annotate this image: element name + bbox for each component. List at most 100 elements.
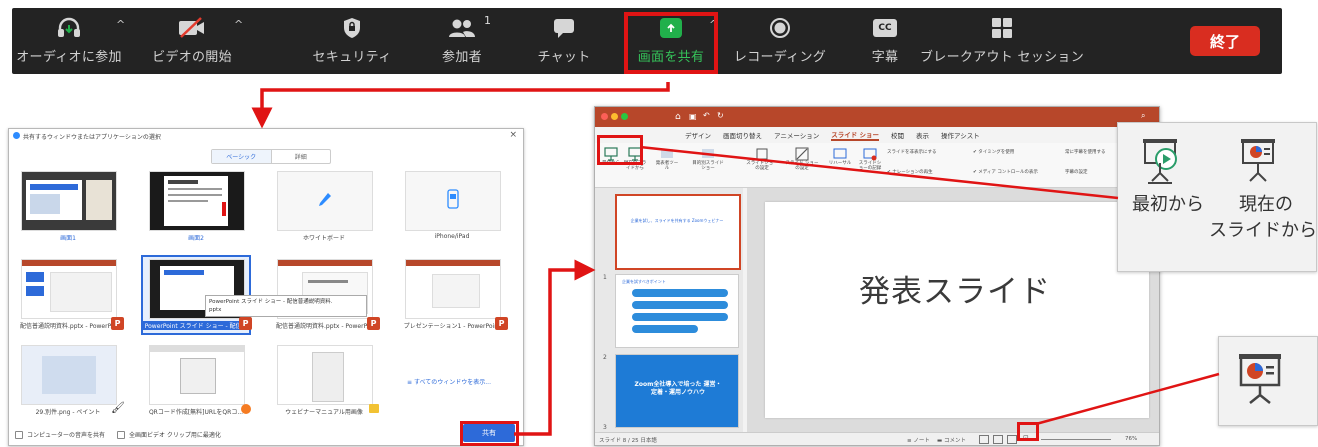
slideshow-settings-icon [795,147,809,161]
media-controls-checkbox[interactable]: ✔ メディア コントロールの表示 [973,169,1038,175]
tile-webinar-folder[interactable]: ウェビナーマニュアル用画像 [271,343,379,419]
ppt-titlebar: ⌂ ▣ ↶ ↻ ⌕ [595,107,1159,127]
breakout-icon [991,16,1013,40]
presenter-view-button[interactable]: 発表者ツール [655,147,679,171]
iphone-thumbnail [405,171,501,231]
minimize-window-icon[interactable] [611,113,618,120]
notes-button[interactable]: ≡ ノート [907,436,930,444]
record-label: レコーディング [733,50,827,65]
current-slide[interactable]: 発表スライド [765,202,1149,418]
tile-screen-1[interactable]: 画面1 [15,169,121,245]
play-narration-checkbox[interactable]: ✔ ナレーションの再生 [887,169,933,175]
tile-whiteboard[interactable]: ホワイトボード [271,169,377,245]
tile-label: 画面1 [60,235,76,242]
optimize-video-checkbox[interactable] [117,430,126,439]
tile-label: ウェビナーマニュアル用画像 [285,409,363,416]
security-button[interactable]: セキュリティ [312,8,392,74]
record-button[interactable]: レコーディング [730,8,830,74]
powerpoint-icon: P [111,317,124,330]
close-icon[interactable]: × [509,130,517,140]
security-label: セキュリティ [312,50,392,65]
slideshow-ribbon: 最初から 現在のスライドから 発表者ツール 目的別スライドショー スライドショー… [595,143,1159,188]
tab-animations[interactable]: アニメーション [774,130,819,140]
paint-thumbnail [21,345,117,405]
end-meeting-button[interactable]: 終了 [1190,26,1260,56]
tile-label: 29.別件.png - ペイント [35,409,101,416]
slide-main-text: 発表スライド [859,274,1051,310]
sorter-view-icon[interactable] [993,435,1003,444]
slide-thumbnail-1[interactable]: 企業を試し、スライドを共有する Zoomウェビナー [615,194,741,270]
tab-design[interactable]: デザイン [685,130,711,140]
tile-label: 配信普通説明資料.pptx - PowerP... [20,323,116,330]
zoom-logo-icon [13,132,20,139]
whiteboard-thumbnail [277,171,373,231]
show-all-windows-link[interactable]: ≡ すべてのウィンドウを表示... [407,377,491,386]
custom-show-button[interactable]: 目的別スライドショー [691,147,725,171]
shield-icon [342,16,362,40]
powerpoint-icon: P [495,317,508,330]
search-icon[interactable]: ⌕ [1141,111,1145,121]
setup-show-icon [756,148,768,160]
start-buttons-highlight [597,135,643,165]
breakout-rooms-button[interactable]: ブレークアウト セッション [920,8,1084,74]
tab-review[interactable]: 校閲 [891,130,904,140]
record-show-button[interactable]: スライドショーの記録 [857,147,883,171]
setup-show-button[interactable]: スライドショーの設定 [745,147,779,171]
redo-icon[interactable]: ↻ [717,111,724,120]
slide-thumbnail-3[interactable]: Zoom全社導入で培った 運営・定着・運用ノウハウ [615,354,739,428]
slideshow-settings-button[interactable]: スライド ショーの設定 [785,147,819,171]
tile-screen-2[interactable]: 画面2 [143,169,249,245]
tab-slideshow[interactable]: スライド ショー [831,129,880,141]
tab-tell-me[interactable]: 操作アシスト [941,130,980,140]
captions-button[interactable]: CC 字幕 [860,8,910,74]
share-sound-checkbox[interactable] [15,430,23,439]
slide-number-3: 2 [603,354,607,361]
start-video-button[interactable]: ビデオの開始 [142,8,242,74]
join-audio-button[interactable]: オーディオに参加 [14,8,124,74]
window-tooltip: PowerPoint スライド ショー - 配信普通説明資料. pptx [205,295,367,317]
zoom-slider[interactable] [1041,439,1111,440]
tile-ppt-presentation1[interactable]: プレゼンテーション1 - PowerPoint P [399,257,508,333]
tab-view[interactable]: 表示 [916,130,929,140]
tab-transitions[interactable]: 画面切り替え [723,130,762,140]
slideshow-settings-label: スライド ショーの設定 [785,161,819,171]
subtitle-settings-button[interactable]: 字幕の設定 [1065,169,1088,175]
home-icon[interactable]: ⌂ [675,112,681,122]
from-current-callout-label-2: スライドから [1209,220,1317,241]
participants-icon [448,16,476,40]
presentation1-thumbnail [405,259,501,319]
tile-ppt-window-1[interactable]: 配信普通説明資料.pptx - PowerP... P [15,257,124,333]
use-timings-checkbox[interactable]: ✔ タイミングを使用 [973,149,1014,155]
share-button-highlight [460,421,519,446]
tile-iphone-ipad[interactable]: iPhone/iPad [399,169,505,245]
save-icon[interactable]: ▣ [689,112,697,121]
undo-icon[interactable]: ↶ [703,111,710,120]
hide-slide-option[interactable]: スライドを非表示にする [887,149,937,155]
participants-button[interactable]: 参加者 [432,8,492,74]
breakout-label: ブレークアウト セッション [919,50,1085,65]
comments-button[interactable]: ▬ コメント [937,436,966,444]
normal-view-icon[interactable] [979,435,989,444]
tile-label: PowerPoint スライド ショー - 配信... [143,321,249,330]
notes-label: ノート [913,438,930,444]
tutorial-figure: オーディオに参加 ^ ビデオの開始 ^ セキュリティ 参加者 1 チャット 画面… [0,0,1318,447]
maximize-window-icon[interactable] [621,113,628,120]
chat-button[interactable]: チャット [534,8,594,74]
tab-basic[interactable]: ベーシック [212,150,271,163]
video-caret-icon[interactable]: ^ [234,18,243,31]
tile-paint[interactable]: 29.別件.png - ペイント 🖌 [15,343,125,419]
close-window-icon[interactable] [601,113,608,120]
folder-thumbnail [277,345,373,405]
always-subtitles-checkbox[interactable]: 常に字幕を使用する [1065,149,1106,155]
tile-qr-browser[interactable]: QRコード作成[無料]URLをQRコ... [143,343,251,419]
reading-view-icon[interactable] [1007,435,1017,444]
from-beginning-icon [1143,139,1177,184]
slideshow-icon-callout [1218,336,1318,426]
audio-caret-icon[interactable]: ^ [116,18,125,31]
slide-thumbnail-2[interactable]: 企業を試すべきポイント [615,274,739,348]
rehearse-button[interactable]: リハーサル [827,147,853,166]
share-window-dialog: 共有するウィンドウまたはアプリケーションの選択 × ベーシック 詳細 画面1 画… [8,128,524,446]
screen-2-thumbnail [149,171,245,231]
media-controls-label: メディア コントロールの表示 [978,170,1038,175]
tab-advanced[interactable]: 詳細 [270,150,331,163]
